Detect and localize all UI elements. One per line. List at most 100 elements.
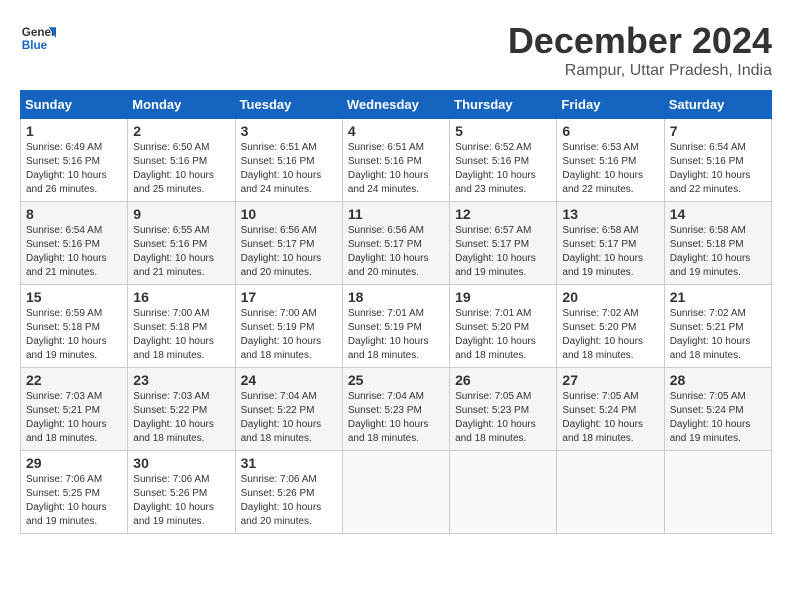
day-info: Sunrise: 7:06 AM Sunset: 5:25 PM Dayligh… <box>26 473 122 529</box>
calendar-day-cell <box>342 451 449 534</box>
calendar-header-cell: Tuesday <box>235 91 342 119</box>
day-number: 13 <box>562 206 658 222</box>
day-number: 14 <box>670 206 766 222</box>
day-number: 4 <box>348 123 444 139</box>
day-info: Sunrise: 6:58 AM Sunset: 5:18 PM Dayligh… <box>670 224 766 280</box>
day-info: Sunrise: 7:05 AM Sunset: 5:24 PM Dayligh… <box>670 390 766 446</box>
day-number: 20 <box>562 289 658 305</box>
day-number: 3 <box>241 123 337 139</box>
day-number: 22 <box>26 372 122 388</box>
day-info: Sunrise: 6:59 AM Sunset: 5:18 PM Dayligh… <box>26 307 122 363</box>
calendar-day-cell: 9 Sunrise: 6:55 AM Sunset: 5:16 PM Daylig… <box>128 202 235 285</box>
day-info: Sunrise: 6:51 AM Sunset: 5:16 PM Dayligh… <box>348 141 444 197</box>
day-info: Sunrise: 7:03 AM Sunset: 5:21 PM Dayligh… <box>26 390 122 446</box>
calendar-day-cell <box>450 451 557 534</box>
calendar-day-cell: 30Sunrise: 7:06 AM Sunset: 5:26 PM Dayli… <box>128 451 235 534</box>
day-number: 30 <box>133 455 229 471</box>
day-info: Sunrise: 6:58 AM Sunset: 5:17 PM Dayligh… <box>562 224 658 280</box>
day-info: Sunrise: 6:52 AM Sunset: 5:16 PM Dayligh… <box>455 141 551 197</box>
day-number: 31 <box>241 455 337 471</box>
calendar-day-cell: 24 Sunrise: 7:04 AM Sunset: 5:22 PM Dayli… <box>235 368 342 451</box>
calendar-week-row: 1Sunrise: 6:49 AM Sunset: 5:16 PM Daylig… <box>21 119 772 202</box>
title-section: December 2024 Rampur, Uttar Pradesh, Ind… <box>508 20 772 80</box>
calendar-day-cell: 31Sunrise: 7:06 AM Sunset: 5:26 PM Dayli… <box>235 451 342 534</box>
day-number: 26 <box>455 372 551 388</box>
day-number: 23 <box>133 372 229 388</box>
day-number: 8 <box>26 206 122 222</box>
day-number: 15 <box>26 289 122 305</box>
day-number: 12 <box>455 206 551 222</box>
calendar-header-cell: Monday <box>128 91 235 119</box>
calendar-day-cell: 21Sunrise: 7:02 AM Sunset: 5:21 PM Dayli… <box>664 285 771 368</box>
day-info: Sunrise: 6:55 AM Sunset: 5:16 PM Dayligh… <box>133 224 229 280</box>
calendar-week-row: 8 Sunrise: 6:54 AM Sunset: 5:16 PM Daylig… <box>21 202 772 285</box>
calendar-header-row: SundayMondayTuesdayWednesdayThursdayFrid… <box>21 91 772 119</box>
calendar-week-row: 29 Sunrise: 7:06 AM Sunset: 5:25 PM Dayli… <box>21 451 772 534</box>
day-info: Sunrise: 6:57 AM Sunset: 5:17 PM Dayligh… <box>455 224 551 280</box>
day-number: 28 <box>670 372 766 388</box>
calendar-day-cell: 2 Sunrise: 6:50 AM Sunset: 5:16 PM Daylig… <box>128 119 235 202</box>
calendar-subtitle: Rampur, Uttar Pradesh, India <box>508 62 772 80</box>
logo: General Blue <box>20 20 56 56</box>
day-info: Sunrise: 7:02 AM Sunset: 5:20 PM Dayligh… <box>562 307 658 363</box>
day-info: Sunrise: 6:56 AM Sunset: 5:17 PM Dayligh… <box>348 224 444 280</box>
day-info: Sunrise: 6:54 AM Sunset: 5:16 PM Dayligh… <box>670 141 766 197</box>
calendar-title: December 2024 <box>508 20 772 62</box>
day-number: 7 <box>670 123 766 139</box>
calendar-day-cell: 11 Sunrise: 6:56 AM Sunset: 5:17 PM Dayli… <box>342 202 449 285</box>
calendar-day-cell: 10 Sunrise: 6:56 AM Sunset: 5:17 PM Dayli… <box>235 202 342 285</box>
day-number: 27 <box>562 372 658 388</box>
calendar-day-cell <box>557 451 664 534</box>
calendar-day-cell: 22 Sunrise: 7:03 AM Sunset: 5:21 PM Dayli… <box>21 368 128 451</box>
day-number: 17 <box>241 289 337 305</box>
day-info: Sunrise: 6:51 AM Sunset: 5:16 PM Dayligh… <box>241 141 337 197</box>
day-number: 29 <box>26 455 122 471</box>
logo-icon: General Blue <box>20 20 56 56</box>
calendar-day-cell: 23 Sunrise: 7:03 AM Sunset: 5:22 PM Dayli… <box>128 368 235 451</box>
day-number: 10 <box>241 206 337 222</box>
calendar-day-cell: 19Sunrise: 7:01 AM Sunset: 5:20 PM Dayli… <box>450 285 557 368</box>
day-number: 19 <box>455 289 551 305</box>
calendar-day-cell: 6Sunrise: 6:53 AM Sunset: 5:16 PM Daylig… <box>557 119 664 202</box>
day-number: 18 <box>348 289 444 305</box>
day-info: Sunrise: 7:05 AM Sunset: 5:23 PM Dayligh… <box>455 390 551 446</box>
calendar-header-cell: Thursday <box>450 91 557 119</box>
calendar-header-cell: Saturday <box>664 91 771 119</box>
calendar-day-cell: 20 Sunrise: 7:02 AM Sunset: 5:20 PM Dayli… <box>557 285 664 368</box>
calendar-table: SundayMondayTuesdayWednesdayThursdayFrid… <box>20 90 772 534</box>
day-number: 24 <box>241 372 337 388</box>
day-number: 1 <box>26 123 122 139</box>
calendar-day-cell: 25 Sunrise: 7:04 AM Sunset: 5:23 PM Dayli… <box>342 368 449 451</box>
day-info: Sunrise: 7:00 AM Sunset: 5:18 PM Dayligh… <box>133 307 229 363</box>
calendar-day-cell: 15 Sunrise: 6:59 AM Sunset: 5:18 PM Dayli… <box>21 285 128 368</box>
calendar-day-cell: 16Sunrise: 7:00 AM Sunset: 5:18 PM Dayli… <box>128 285 235 368</box>
calendar-day-cell: 8 Sunrise: 6:54 AM Sunset: 5:16 PM Daylig… <box>21 202 128 285</box>
calendar-day-cell: 14 Sunrise: 6:58 AM Sunset: 5:18 PM Dayli… <box>664 202 771 285</box>
day-info: Sunrise: 7:03 AM Sunset: 5:22 PM Dayligh… <box>133 390 229 446</box>
day-number: 21 <box>670 289 766 305</box>
day-info: Sunrise: 7:04 AM Sunset: 5:22 PM Dayligh… <box>241 390 337 446</box>
day-info: Sunrise: 6:54 AM Sunset: 5:16 PM Dayligh… <box>26 224 122 280</box>
calendar-day-cell: 12 Sunrise: 6:57 AM Sunset: 5:17 PM Dayli… <box>450 202 557 285</box>
day-number: 25 <box>348 372 444 388</box>
day-info: Sunrise: 6:50 AM Sunset: 5:16 PM Dayligh… <box>133 141 229 197</box>
day-info: Sunrise: 6:56 AM Sunset: 5:17 PM Dayligh… <box>241 224 337 280</box>
calendar-day-cell: 17 Sunrise: 7:00 AM Sunset: 5:19 PM Dayli… <box>235 285 342 368</box>
calendar-day-cell: 7 Sunrise: 6:54 AM Sunset: 5:16 PM Daylig… <box>664 119 771 202</box>
calendar-day-cell: 13 Sunrise: 6:58 AM Sunset: 5:17 PM Dayli… <box>557 202 664 285</box>
day-number: 9 <box>133 206 229 222</box>
calendar-header-cell: Wednesday <box>342 91 449 119</box>
day-number: 11 <box>348 206 444 222</box>
day-number: 5 <box>455 123 551 139</box>
day-info: Sunrise: 7:00 AM Sunset: 5:19 PM Dayligh… <box>241 307 337 363</box>
calendar-day-cell: 28 Sunrise: 7:05 AM Sunset: 5:24 PM Dayli… <box>664 368 771 451</box>
calendar-day-cell: 29 Sunrise: 7:06 AM Sunset: 5:25 PM Dayli… <box>21 451 128 534</box>
calendar-week-row: 22 Sunrise: 7:03 AM Sunset: 5:21 PM Dayli… <box>21 368 772 451</box>
calendar-day-cell: 26 Sunrise: 7:05 AM Sunset: 5:23 PM Dayli… <box>450 368 557 451</box>
calendar-day-cell: 5 Sunrise: 6:52 AM Sunset: 5:16 PM Daylig… <box>450 119 557 202</box>
day-info: Sunrise: 7:04 AM Sunset: 5:23 PM Dayligh… <box>348 390 444 446</box>
day-number: 2 <box>133 123 229 139</box>
day-info: Sunrise: 7:05 AM Sunset: 5:24 PM Dayligh… <box>562 390 658 446</box>
calendar-day-cell: 4 Sunrise: 6:51 AM Sunset: 5:16 PM Daylig… <box>342 119 449 202</box>
calendar-header-cell: Friday <box>557 91 664 119</box>
